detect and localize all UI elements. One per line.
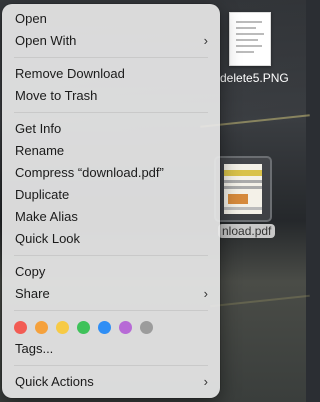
menu-item-label: Share: [15, 286, 50, 301]
tag-blue-dot[interactable]: [98, 320, 111, 334]
menu-item-tags[interactable]: Tags...: [2, 338, 220, 360]
thumbnail-line: [236, 45, 262, 47]
png-file-thumbnail[interactable]: [229, 12, 271, 66]
tag-color-row: [2, 316, 220, 338]
chevron-right-icon: ›: [203, 33, 208, 48]
thumbnail-line: [236, 27, 256, 29]
thumbnail-line: [236, 51, 254, 53]
menu-item-move-to-trash[interactable]: Move to Trash: [2, 85, 220, 107]
tag-yellow-dot[interactable]: [56, 320, 69, 334]
menu-item-label: Make Alias: [15, 209, 78, 224]
menu-item-share[interactable]: Share ›: [2, 283, 220, 305]
menu-item-open-with[interactable]: Open With ›: [2, 30, 220, 52]
tag-orange-dot[interactable]: [35, 320, 48, 334]
menu-item-label: Compress “download.pdf”: [15, 165, 164, 180]
thumbnail-band: [224, 186, 262, 189]
menu-separator: [14, 112, 208, 113]
thumbnail-band: [224, 170, 262, 176]
menu-item-label: Open With: [15, 33, 77, 48]
menu-item-get-info[interactable]: Get Info: [2, 118, 220, 140]
background-stripe: [210, 294, 310, 308]
menu-item-make-alias[interactable]: Make Alias: [2, 206, 220, 228]
pdf-file-thumbnail: [224, 164, 262, 214]
menu-separator: [14, 365, 208, 366]
menu-item-label: Copy: [15, 264, 46, 279]
chevron-right-icon: ›: [203, 374, 208, 389]
thumbnail-line: [236, 33, 264, 35]
tag-red-dot[interactable]: [14, 320, 27, 334]
menu-item-label: Rename: [15, 143, 65, 158]
thumbnail-band: [228, 194, 248, 204]
menu-item-label: Open: [15, 11, 47, 26]
menu-item-duplicate[interactable]: Duplicate: [2, 184, 220, 206]
menu-separator: [14, 255, 208, 256]
context-menu: Open Open With › Remove Download Move to…: [2, 4, 220, 398]
chevron-right-icon: ›: [203, 286, 208, 301]
menu-item-label: Quick Actions: [15, 374, 94, 389]
pdf-file-selection-frame[interactable]: [214, 156, 272, 222]
menu-separator: [14, 310, 208, 311]
menu-item-open[interactable]: Open: [2, 8, 220, 30]
menu-item-label: Tags...: [15, 341, 54, 356]
menu-item-quick-look[interactable]: Quick Look: [2, 228, 220, 250]
thumbnail-line: [236, 39, 258, 41]
thumbnail-band: [224, 207, 262, 210]
thumbnail-line: [236, 21, 262, 23]
menu-item-label: Remove Download: [15, 66, 125, 81]
menu-item-label: Duplicate: [15, 187, 70, 202]
menu-item-label: Move to Trash: [15, 88, 98, 103]
thumbnail-band: [224, 180, 262, 183]
menu-item-rename[interactable]: Rename: [2, 140, 220, 162]
menu-item-copy[interactable]: Copy: [2, 261, 220, 283]
tag-gray-dot[interactable]: [140, 320, 153, 334]
menu-separator: [14, 57, 208, 58]
png-file-label[interactable]: delete5.PNG: [220, 71, 289, 85]
menu-item-quick-actions[interactable]: Quick Actions ›: [2, 371, 220, 393]
pdf-file-label[interactable]: nload.pdf: [218, 224, 276, 238]
menu-item-label: Get Info: [15, 121, 62, 136]
menu-item-compress[interactable]: Compress “download.pdf”: [2, 162, 220, 184]
menu-item-remove-download[interactable]: Remove Download: [2, 63, 220, 85]
menu-item-label: Quick Look: [15, 231, 81, 246]
tag-purple-dot[interactable]: [119, 320, 132, 334]
tag-green-dot[interactable]: [77, 320, 90, 334]
